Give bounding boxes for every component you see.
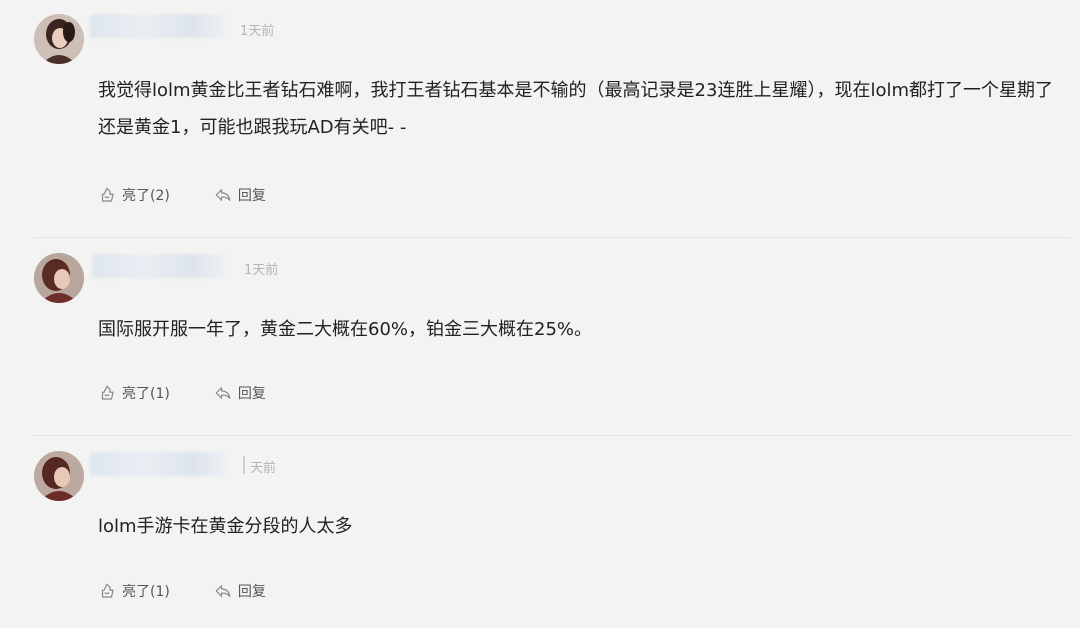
thumbs-up-icon (101, 583, 114, 598)
like-button[interactable]: 亮了(1) (98, 581, 170, 601)
username-redacted (90, 14, 226, 38)
like-count-label: 亮了(1) (122, 584, 170, 600)
reply-button[interactable]: 回复 (214, 185, 266, 205)
reply-icon (215, 585, 231, 597)
reply-label: 回复 (237, 386, 266, 402)
like-count-label: 亮了(2) (122, 188, 170, 204)
comment-time: 1天前 (244, 263, 279, 278)
avatar[interactable] (34, 253, 84, 303)
avatar[interactable] (34, 14, 84, 64)
like-count-label: 亮了(1) (122, 386, 170, 402)
thumbs-up-icon (101, 187, 114, 202)
comment-text: lolm手游卡在黄金分段的人太多 (98, 516, 353, 537)
thumbs-up-icon (101, 385, 114, 400)
username-redacted (92, 254, 226, 278)
comment-text: 国际服开服一年了，黄金二大概在60%，铂金三大概在25%。 (98, 319, 593, 340)
comment-text: 我觉得lolm黄金比王者钻石难啊，我打王者钻石基本是不输的（最高记录是23连胜上… (98, 80, 1053, 138)
comment-divider (34, 237, 1070, 238)
reply-icon (215, 387, 231, 399)
reply-button[interactable]: 回复 (214, 581, 266, 601)
comment-time: 1天前 (240, 24, 275, 39)
reply-icon (215, 189, 231, 201)
reply-button[interactable]: 回复 (214, 383, 266, 403)
comment-actions: 亮了(1) 回复 (98, 580, 266, 602)
like-button[interactable]: 亮了(1) (98, 383, 170, 403)
avatar[interactable] (34, 451, 84, 501)
comment-actions: 亮了(2) 回复 (98, 184, 266, 206)
reply-label: 回复 (237, 188, 266, 204)
comment-divider (34, 435, 1070, 436)
username-redacted (90, 452, 228, 476)
reply-label: 回复 (237, 584, 266, 600)
comment-actions: 亮了(1) 回复 (98, 382, 266, 404)
like-button[interactable]: 亮了(2) (98, 185, 170, 205)
comment-time: 天前 (250, 461, 277, 476)
comment-list: 1天前 我觉得lolm黄金比王者钻石难啊，我打王者钻石基本是不输的（最高记录是2… (0, 0, 1080, 628)
cursor-mark (243, 456, 245, 474)
